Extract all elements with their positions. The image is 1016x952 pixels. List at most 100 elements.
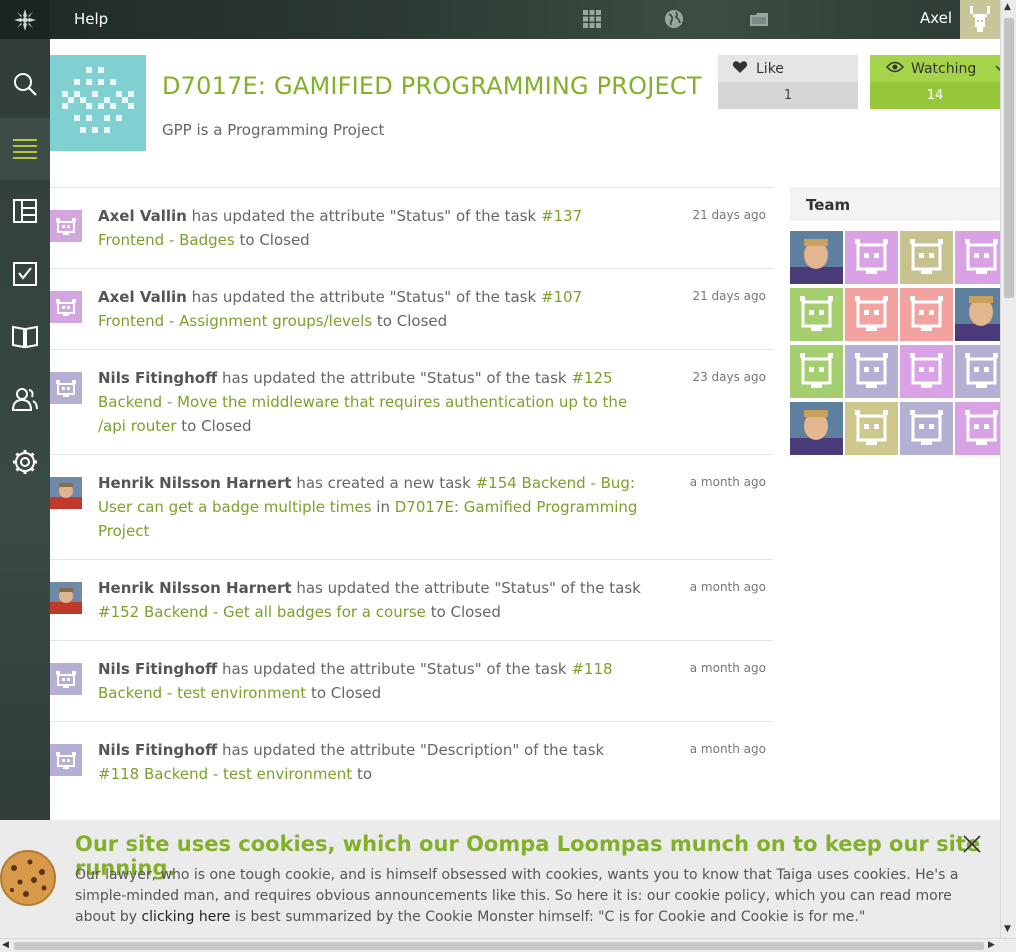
help-link[interactable]: Help <box>74 10 108 28</box>
vertical-scroll-thumb[interactable] <box>1004 18 1014 298</box>
search-icon <box>14 73 37 96</box>
user-name[interactable]: Henrik Nilsson Harnert <box>98 579 292 597</box>
timestamp: a month ago <box>689 475 766 489</box>
timeline-text: Nils Fitinghoff has updated the attribut… <box>98 657 643 705</box>
team-member-avatar[interactable] <box>900 288 953 341</box>
scroll-down-arrow-icon[interactable]: ▼ <box>1004 924 1011 934</box>
avatar[interactable] <box>50 744 82 776</box>
vertical-scrollbar[interactable]: ▲ ▼ <box>1000 0 1016 938</box>
timeline-text: Axel Vallin has updated the attribute "S… <box>98 204 643 252</box>
eye-icon <box>886 61 904 77</box>
user-avatar[interactable] <box>960 0 1000 39</box>
timestamp: a month ago <box>689 580 766 594</box>
folder-icon[interactable] <box>748 9 768 29</box>
sidebar-item-backlog[interactable] <box>0 243 50 305</box>
watch-count: 14 <box>870 82 1000 109</box>
timeline-text: Henrik Nilsson Harnert has created a new… <box>98 471 643 543</box>
horizontal-scroll-thumb[interactable] <box>14 942 984 950</box>
task-link[interactable]: #118 Backend - test environment <box>98 765 352 783</box>
action-text: has updated the attribute "Status" of th… <box>186 288 541 306</box>
timeline-entry: Axel Vallin has updated the attribute "S… <box>50 187 773 268</box>
scroll-right-arrow-icon[interactable]: ▶ <box>988 940 995 950</box>
avatar[interactable] <box>50 372 82 404</box>
action-text: has updated the attribute "Status" of th… <box>217 660 572 678</box>
status-text: to Closed <box>425 603 501 621</box>
avatar[interactable] <box>50 210 82 242</box>
watch-button[interactable]: Watching 14 <box>870 55 1007 109</box>
user-name[interactable]: Axel <box>920 9 952 27</box>
action-text: has updated the attribute "Status" of th… <box>186 207 541 225</box>
timestamp: 21 days ago <box>692 208 766 222</box>
projects-grid-icon[interactable] <box>582 9 602 29</box>
action-text: has updated the attribute "Description" … <box>217 741 605 759</box>
scroll-up-arrow-icon[interactable]: ▲ <box>1004 2 1011 12</box>
user-name[interactable]: Axel Vallin <box>98 288 187 306</box>
project-logo <box>50 55 146 151</box>
team-member-avatar[interactable] <box>845 231 898 284</box>
action-text: in <box>371 498 395 516</box>
like-button[interactable]: Like 1 <box>718 55 858 109</box>
action-text: has updated the attribute "Status" of th… <box>291 579 641 597</box>
team-member-avatar[interactable] <box>790 231 843 284</box>
action-text: has created a new task <box>291 474 476 492</box>
scroll-left-arrow-icon[interactable]: ◀ <box>2 940 9 950</box>
kanban-icon <box>13 199 37 223</box>
team-member-avatar[interactable] <box>790 288 843 341</box>
team-member-avatar[interactable] <box>845 402 898 455</box>
sidebar <box>0 39 50 829</box>
timestamp: 21 days ago <box>692 289 766 303</box>
checklist-icon <box>13 262 37 286</box>
watch-label: Watching <box>911 60 977 77</box>
team-member-avatar[interactable] <box>900 402 953 455</box>
user-name[interactable]: Henrik Nilsson Harnert <box>98 474 292 492</box>
discover-globe-icon[interactable] <box>664 9 684 29</box>
timeline-text: Nils Fitinghoff has updated the attribut… <box>98 738 643 786</box>
timeline-list: Axel Vallin has updated the attribute "S… <box>50 187 773 802</box>
team-member-avatar[interactable] <box>900 231 953 284</box>
sidebar-item-kanban[interactable] <box>0 180 50 242</box>
team-member-avatar[interactable] <box>790 402 843 455</box>
user-name[interactable]: Nils Fitinghoff <box>98 741 217 759</box>
close-icon[interactable] <box>962 834 982 854</box>
timeline-entry: Axel Vallin has updated the attribute "S… <box>50 268 773 349</box>
cookie-text: Our lawyer, who is one tough cookie, and… <box>75 865 985 928</box>
timeline-text: Nils Fitinghoff has updated the attribut… <box>98 366 643 438</box>
user-name[interactable]: Nils Fitinghoff <box>98 369 217 387</box>
timeline-entry: Nils Fitinghoff has updated the attribut… <box>50 640 773 721</box>
team-member-avatar[interactable] <box>790 345 843 398</box>
timeline-entry: Nils Fitinghoff has updated the attribut… <box>50 349 773 454</box>
team-icon <box>11 388 38 411</box>
horizontal-scrollbar[interactable]: ◀ ▶ <box>0 938 1016 952</box>
heart-icon <box>732 60 748 78</box>
like-count: 1 <box>718 82 858 109</box>
timestamp: a month ago <box>689 742 766 756</box>
avatar[interactable] <box>50 291 82 323</box>
action-text: has updated the attribute "Status" of th… <box>217 369 572 387</box>
cookie-policy-link[interactable]: clicking here <box>141 909 230 925</box>
team-member-avatar[interactable] <box>900 345 953 398</box>
team-title: Team <box>790 187 1000 221</box>
timeline-entry: Henrik Nilsson Harnert has updated the a… <box>50 559 773 640</box>
avatar[interactable] <box>50 582 82 614</box>
team-member-avatar[interactable] <box>845 288 898 341</box>
timeline-entry: Nils Fitinghoff has updated the attribut… <box>50 721 773 802</box>
timeline-lines-icon <box>13 139 37 159</box>
timestamp: 23 days ago <box>692 370 766 384</box>
sidebar-item-search[interactable] <box>0 53 50 115</box>
team-member-avatar[interactable] <box>845 345 898 398</box>
sidebar-item-team[interactable] <box>0 368 50 430</box>
sidebar-item-wiki[interactable] <box>0 305 50 367</box>
cookie-banner: Our site uses cookies, which our Oompa L… <box>0 820 1000 938</box>
timeline-text: Henrik Nilsson Harnert has updated the a… <box>98 576 643 624</box>
user-name[interactable]: Nils Fitinghoff <box>98 660 217 678</box>
timeline-entry: Henrik Nilsson Harnert has created a new… <box>50 454 773 559</box>
sidebar-item-timeline[interactable] <box>0 118 50 180</box>
task-link[interactable]: #152 Backend - Get all badges for a cour… <box>98 603 426 621</box>
user-name[interactable]: Axel Vallin <box>98 207 187 225</box>
avatar[interactable] <box>50 663 82 695</box>
avatar[interactable] <box>50 477 82 509</box>
book-icon <box>12 325 38 349</box>
timestamp: a month ago <box>689 661 766 675</box>
taiga-logo-icon[interactable] <box>0 0 50 39</box>
sidebar-item-settings[interactable] <box>0 431 50 493</box>
